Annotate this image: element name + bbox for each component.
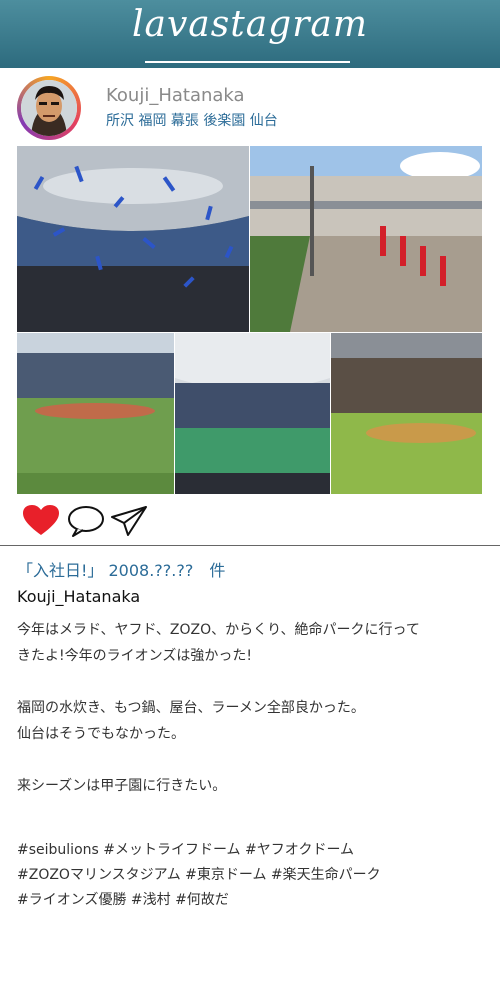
caption-line: 来シーズンは甲子園に行きたい。 [17, 778, 227, 794]
profile-username[interactable]: Kouji_Hatanaka [106, 85, 245, 106]
app-header: lavastagram [0, 0, 500, 68]
post-caption: 今年はメラド、ヤフド、ZOZO、からくり、絶命パークに行って きたよ!今年のライ… [17, 617, 487, 799]
photo-ballpark-field [17, 333, 174, 494]
hashtag-line[interactable]: #ZOZOマリンスタジアム #東京ドーム #楽天生命パーク [17, 863, 487, 888]
logo-underline [145, 61, 350, 63]
profile-locations[interactable]: 所沢 福岡 幕張 後楽園 仙台 [106, 110, 278, 130]
comment-icon[interactable] [67, 505, 105, 537]
caption-line: きたよ!今年のライオンズは強かった! [17, 648, 252, 664]
avatar[interactable] [17, 76, 81, 140]
caption-line: 仙台はそうでもなかった。 [17, 726, 185, 742]
photo-tokyo-dome [175, 333, 330, 494]
divider [0, 545, 500, 546]
hashtag-line[interactable]: #seibulions #メットライフドーム #ヤフオクドーム [17, 838, 487, 863]
app-logo: lavastagram [131, 4, 369, 45]
heart-icon[interactable] [22, 504, 60, 536]
post-hashtags[interactable]: #seibulions #メットライフドーム #ヤフオクドーム #ZOZOマリン… [17, 838, 487, 913]
avatar-image [21, 80, 77, 136]
post-author[interactable]: Kouji_Hatanaka [17, 587, 140, 606]
caption-line: 福岡の水炊き、もつ鍋、屋台、ラーメン全部良かった。 [17, 700, 365, 716]
photo-collage[interactable] [17, 146, 482, 494]
photo-stadium-exterior [250, 146, 482, 332]
photo-evening-field [331, 333, 482, 494]
paper-plane-icon[interactable] [110, 505, 148, 537]
caption-line: 今年はメラド、ヤフド、ZOZO、からくり、絶命パークに行って [17, 622, 420, 638]
hashtag-line[interactable]: #ライオンズ優勝 #浅村 #何故だ [17, 888, 487, 913]
post-title: 「入社日!」 2008.??.?? 件 [17, 561, 226, 580]
photo-dome-celebration [17, 146, 249, 332]
